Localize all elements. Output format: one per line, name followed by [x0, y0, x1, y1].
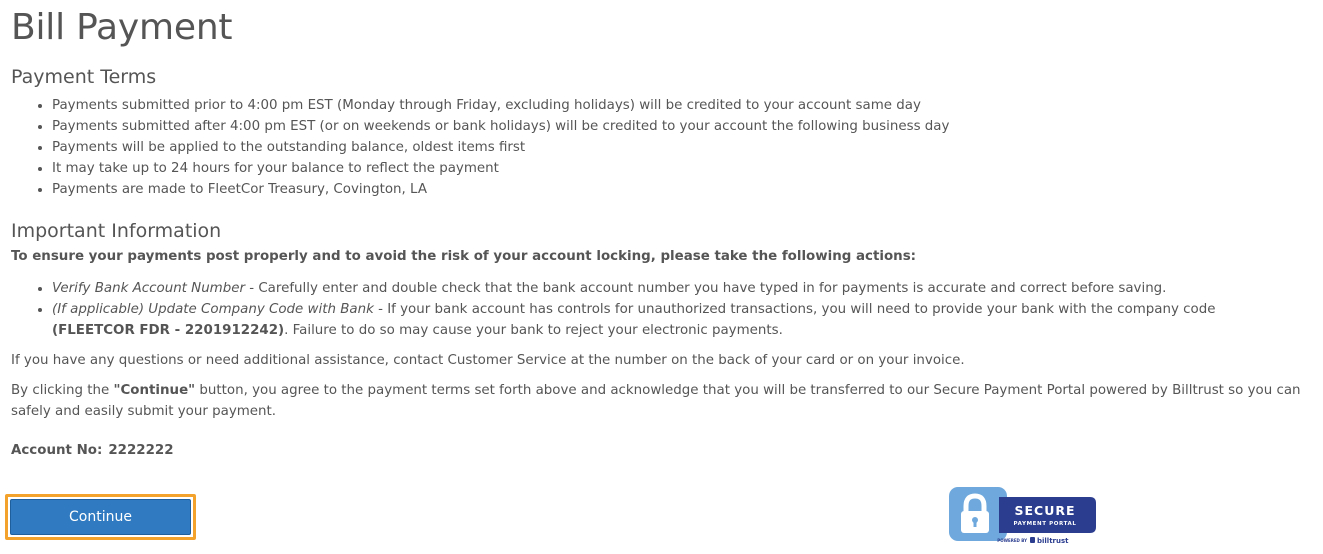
continue-button[interactable]: Continue [10, 499, 191, 535]
payment-terms-list: Payments submitted prior to 4:00 pm EST … [11, 95, 1323, 200]
important-actions-list: Verify Bank Account Number - Carefully e… [11, 278, 1272, 341]
list-item: Payments are made to FleetCor Treasury, … [52, 179, 1323, 200]
action-title: (If applicable) Update Company Code with… [52, 302, 374, 317]
agreement-prefix: By clicking the [11, 383, 114, 398]
badge-secure-text: SECURE [1014, 503, 1075, 518]
list-item: It may take up to 24 hours for your bala… [52, 158, 1323, 179]
company-code: (FLEETCOR FDR - 2201912242) [52, 323, 285, 338]
list-item: Verify Bank Account Number - Carefully e… [52, 278, 1272, 299]
list-item: Payments will be applied to the outstand… [52, 137, 1323, 158]
badge-portal-text: PAYMENT PORTAL [1014, 521, 1077, 527]
page-title: Bill Payment [11, 7, 233, 48]
action-title: Verify Bank Account Number [52, 281, 245, 296]
important-information-title: Important Information [11, 220, 222, 242]
list-item: Payments submitted after 4:00 pm EST (or… [52, 116, 1323, 137]
agreement-suffix: button, you agree to the payment terms s… [11, 383, 1301, 419]
account-label: Account No: [11, 443, 103, 458]
account-number: 2222222 [108, 443, 174, 458]
secure-payment-portal-badge: SECURE PAYMENT PORTAL POWERED BY billtru… [949, 487, 1096, 545]
action-text: - If your bank account has controls for … [373, 302, 1216, 317]
questions-text: If you have any questions or need additi… [11, 353, 965, 368]
important-information-lead: To ensure your payments post properly an… [11, 249, 917, 264]
bill-payment-page: Bill Payment Payment Terms Payments subm… [0, 0, 1323, 554]
account-number-row: Account No: 2222222 [11, 442, 1323, 460]
action-text-after: . Failure to do so may cause your bank t… [284, 323, 783, 338]
badge-powered-by-text: POWERED BY [997, 538, 1027, 543]
badge-brand-text: billtrust [1037, 537, 1069, 545]
agreement-button-ref: "Continue" [113, 383, 196, 398]
action-text: - Carefully enter and double check that … [244, 281, 1167, 296]
list-item: Payments submitted prior to 4:00 pm EST … [52, 95, 1323, 116]
list-item: (If applicable) Update Company Code with… [52, 299, 1272, 341]
agreement-text: By clicking the "Continue" button, you a… [11, 380, 1319, 422]
billtrust-logo-icon [1030, 537, 1035, 543]
payment-terms-title: Payment Terms [11, 66, 157, 88]
continue-button-focus-ring: Continue [5, 494, 196, 540]
